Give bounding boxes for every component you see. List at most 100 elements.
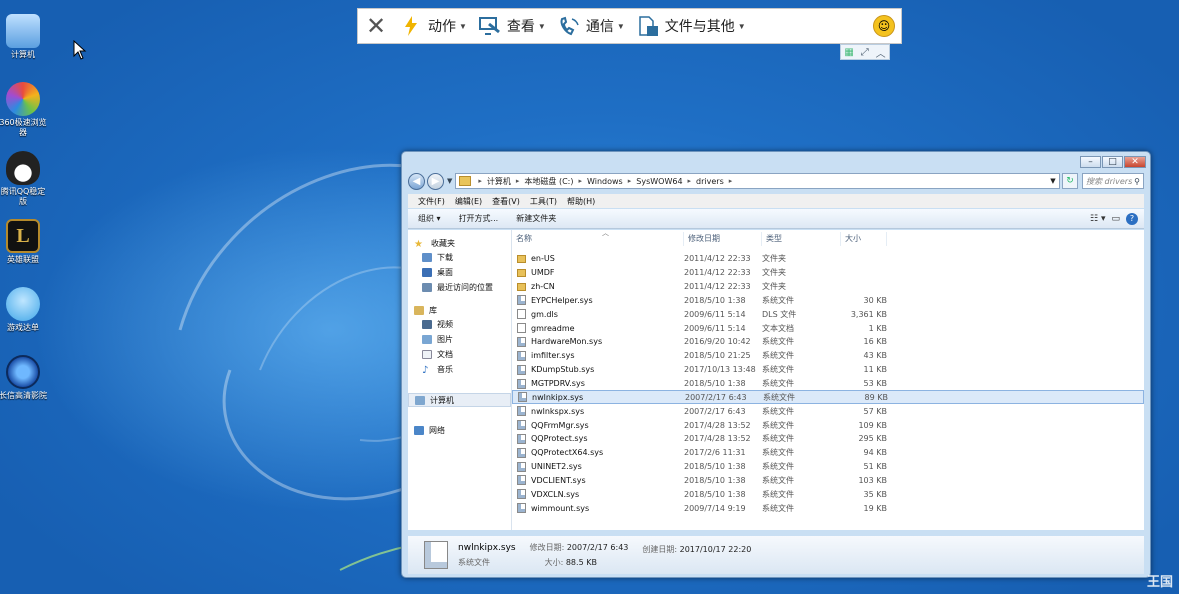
nav-computer[interactable]: 计算机 <box>408 393 511 407</box>
file-row[interactable]: EYPCHelper.sys 2018/5/10 1:38 系统文件 30 KB <box>512 294 1144 308</box>
browser-360-icon <box>6 82 40 116</box>
search-input[interactable]: 搜索 drivers ⚲ <box>1082 173 1144 189</box>
nav-network[interactable]: 网络 <box>408 423 511 437</box>
file-row[interactable]: zh-CN 2011/4/12 22:33 文件夹 <box>512 280 1144 294</box>
file-row[interactable]: KDumpStub.sys 2017/10/13 13:48 系统文件 11 KB <box>512 363 1144 377</box>
file-size: 57 KB <box>863 406 887 416</box>
file-row[interactable]: QQProtectX64.sys 2017/2/6 11:31 系统文件 94 KB <box>512 446 1144 460</box>
grid-icon[interactable]: ▦ <box>844 47 853 58</box>
file-row[interactable]: UMDF 2011/4/12 22:33 文件夹 <box>512 266 1144 280</box>
address-dropdown-icon[interactable]: ▼ <box>1047 177 1059 185</box>
organize-button[interactable]: 组织 ▾ <box>418 213 441 224</box>
view-options-icon[interactable]: ☷ ▾ <box>1090 214 1105 224</box>
file-row[interactable]: VDCLIENT.sys 2018/5/10 1:38 系统文件 103 KB <box>512 474 1144 488</box>
history-dropdown-icon[interactable]: ▼ <box>447 177 452 185</box>
breadcrumb-windows[interactable]: Windows <box>584 177 626 186</box>
breadcrumb-syswow64[interactable]: SysWOW64 <box>633 177 685 186</box>
file-name-cell: MGTPDRV.sys <box>512 378 684 389</box>
file-type: 文件夹 <box>762 282 786 292</box>
file-row[interactable]: UNINET2.sys 2018/5/10 1:38 系统文件 51 KB <box>512 460 1144 474</box>
menu-files-other[interactable]: 文件与其他 ▼ <box>631 8 752 44</box>
nav-library[interactable]: 库 <box>408 303 511 317</box>
menu-communicate[interactable]: 通信 ▼ <box>552 8 631 44</box>
smiley-icon[interactable]: ☺ <box>873 15 895 37</box>
desktop-icon-league[interactable]: L 英雄联盟 <box>0 219 49 265</box>
folder-icon <box>459 176 472 186</box>
minimize-button[interactable]: – <box>1080 156 1101 168</box>
menu-view[interactable]: 查看(V) <box>492 196 520 207</box>
file-name-cell: VDCLIENT.sys <box>512 475 684 486</box>
menu-file[interactable]: 文件(F) <box>418 196 445 207</box>
breadcrumb-computer[interactable]: 计算机 <box>484 176 514 187</box>
close-window-button[interactable]: ✕ <box>1124 156 1146 168</box>
forward-button[interactable]: ▶ <box>427 172 444 190</box>
desktop-icon-qq[interactable]: 腾讯QQ稳定版 <box>0 151 49 207</box>
column-type[interactable]: 类型 <box>762 231 841 246</box>
column-date[interactable]: 修改日期 <box>684 231 762 246</box>
file-size: 295 KB <box>858 434 887 444</box>
file-row[interactable]: MGTPDRV.sys 2018/5/10 1:38 系统文件 53 KB <box>512 377 1144 391</box>
recent-places-icon <box>422 283 432 292</box>
chevron-down-icon: ▼ <box>537 21 546 31</box>
nav-pictures[interactable]: 图片 <box>408 332 511 347</box>
menu-help[interactable]: 帮助(H) <box>567 196 595 207</box>
details-size-label: 大小: <box>544 558 564 567</box>
file-date: 2018/5/10 1:38 <box>684 489 746 499</box>
nav-favorites[interactable]: ★ 收藏夹 <box>408 236 511 250</box>
desktop-icon-label: 360极速浏览器 <box>0 118 47 137</box>
file-row[interactable]: nwlnkspx.sys 2007/2/17 6:43 系统文件 57 KB <box>512 404 1144 418</box>
file-row[interactable]: gmreadme 2009/6/11 5:14 文本文档 1 KB <box>512 321 1144 335</box>
file-date: 2016/9/20 10:42 <box>684 337 751 347</box>
file-row[interactable]: QQProtect.sys 2017/4/28 13:52 系统文件 295 KB <box>512 432 1144 446</box>
desktop-icon-media-player[interactable]: 长信高清影院 <box>0 355 49 401</box>
file-date: 2018/5/10 21:25 <box>684 351 751 361</box>
star-icon: ★ <box>414 238 423 250</box>
explorer-content: ★ 收藏夹 下载 桌面 最近访问的位置 库 视频 图片 文档 ♪ 音乐 计算机 … <box>408 229 1144 530</box>
nav-music[interactable]: ♪ 音乐 <box>408 362 511 377</box>
nav-documents[interactable]: 文档 <box>408 347 511 362</box>
file-row[interactable]: nwlnkipx.sys 2007/2/17 6:43 系统文件 89 KB <box>512 390 1144 405</box>
menu-action[interactable]: 动作 ▼ <box>394 8 473 44</box>
desktop-icon-computer[interactable]: 计算机 <box>0 14 49 60</box>
menu-view[interactable]: 查看 ▼ <box>473 8 552 44</box>
preview-pane-icon[interactable]: ▭ <box>1111 214 1120 224</box>
system-file-icon <box>517 364 526 375</box>
refresh-button[interactable]: ↻ <box>1062 173 1078 189</box>
open-with-button[interactable]: 打开方式... <box>459 213 499 224</box>
desktop-icon-label: 英雄联盟 <box>7 255 39 264</box>
file-row[interactable]: gm.dls 2009/6/11 5:14 DLS 文件 3,361 KB <box>512 307 1144 321</box>
new-folder-button[interactable]: 新建文件夹 <box>516 213 556 224</box>
explorer-window: – □ ✕ ◀ ▶ ▼ ▸ 计算机 ▸ 本地磁盘 (C:) ▸ Windows … <box>401 151 1151 578</box>
file-row[interactable]: VDXCLN.sys 2018/5/10 1:38 系统文件 35 KB <box>512 487 1144 501</box>
close-icon[interactable]: ✕ <box>358 8 394 44</box>
folder-icon <box>517 268 526 277</box>
column-name[interactable]: 名称 <box>512 231 684 246</box>
breadcrumb-drivers[interactable]: drivers <box>693 177 727 186</box>
file-row[interactable]: QQFrmMgr.sys 2017/4/28 13:52 系统文件 109 KB <box>512 418 1144 432</box>
nav-recent-places[interactable]: 最近访问的位置 <box>408 280 511 295</box>
menu-tools[interactable]: 工具(T) <box>530 196 557 207</box>
fullscreen-icon[interactable]: ⤢ <box>861 47 869 58</box>
maximize-button[interactable]: □ <box>1102 156 1123 168</box>
desktop-icon-game[interactable]: 游戏达单 <box>0 287 49 333</box>
remote-toolbar-subbar: ▦ ⤢ ︿ <box>840 44 890 60</box>
column-size[interactable]: 大小 <box>841 231 887 246</box>
file-row[interactable]: HardwareMon.sys 2016/9/20 10:42 系统文件 16 KB <box>512 335 1144 349</box>
collapse-icon[interactable]: ︿ <box>876 45 886 60</box>
file-row[interactable]: wimmount.sys 2009/7/14 9:19 系统文件 19 KB <box>512 501 1144 515</box>
address-bar[interactable]: ▸ 计算机 ▸ 本地磁盘 (C:) ▸ Windows ▸ SysWOW64 ▸… <box>455 173 1060 189</box>
nav-videos[interactable]: 视频 <box>408 317 511 332</box>
file-row[interactable]: en-US 2011/4/12 22:33 文件夹 <box>512 252 1144 266</box>
menu-edit[interactable]: 编辑(E) <box>455 196 482 207</box>
file-name: nwlnkipx.sys <box>532 392 584 402</box>
file-row[interactable]: imfilter.sys 2018/5/10 21:25 系统文件 43 KB <box>512 349 1144 363</box>
file-date: 2007/2/17 6:43 <box>684 406 746 416</box>
back-button[interactable]: ◀ <box>408 172 425 190</box>
desktop-icon-360-browser[interactable]: 360极速浏览器 <box>0 82 49 138</box>
breadcrumb-local-disk[interactable]: 本地磁盘 (C:) <box>521 176 576 187</box>
nav-desktop[interactable]: 桌面 <box>408 265 511 280</box>
help-icon[interactable]: ? <box>1126 212 1138 225</box>
file-date: 2009/6/11 5:14 <box>684 309 746 319</box>
nav-downloads[interactable]: 下载 <box>408 250 511 265</box>
menu-communicate-label: 通信 <box>585 18 614 34</box>
